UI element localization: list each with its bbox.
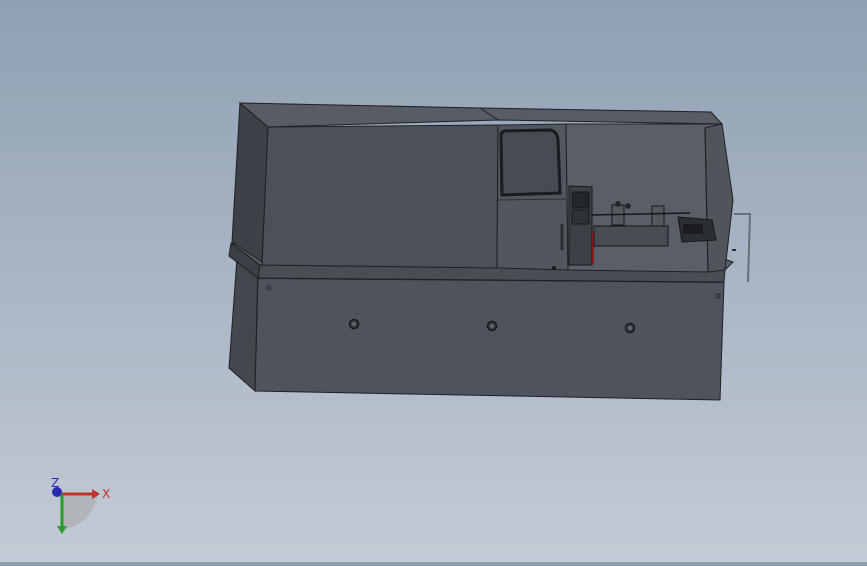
work-area[interactable] [560, 123, 752, 283]
z-axis-label: Z [51, 476, 59, 490]
lathe-model-view[interactable] [0, 0, 867, 562]
carriage[interactable] [593, 225, 669, 247]
cad-viewport[interactable]: X Z [0, 0, 867, 562]
orientation-triad: X Z [51, 476, 110, 534]
y-axis-arrowhead [57, 526, 67, 534]
x-axis-label: X [102, 487, 110, 501]
enclosure-top[interactable] [238, 102, 724, 128]
enclosure-left-side[interactable] [231, 101, 269, 263]
door-window [499, 128, 562, 197]
enclosure-front-panel[interactable] [261, 124, 499, 269]
side-handle[interactable] [734, 213, 752, 283]
sliding-door[interactable] [496, 123, 569, 271]
